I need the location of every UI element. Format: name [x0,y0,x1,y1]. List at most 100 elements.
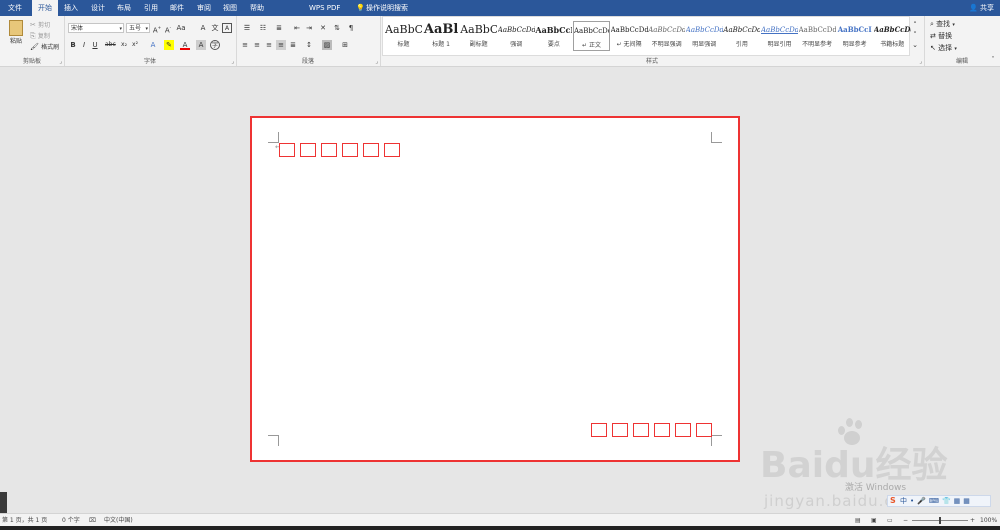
tab-review[interactable]: 审阅 [191,0,217,16]
dialog-launcher-icon[interactable]: ⌟ [231,58,234,65]
collapse-ribbon-icon[interactable]: ˄ [988,55,998,65]
postcode-box [321,143,337,157]
gallery-more-icon[interactable]: ⌄ [910,40,920,50]
underline-icon[interactable]: U [90,40,100,50]
numbering-icon[interactable]: ☷ [258,23,268,33]
shrink-font-icon[interactable]: A- [163,23,173,34]
paste-button[interactable]: 粘贴 [6,20,26,45]
superscript-icon[interactable]: x² [130,40,140,50]
postcode-box [300,143,316,157]
phonetic-guide-icon[interactable]: 文 [210,23,220,33]
chinese-layout-icon[interactable]: ✕ [318,23,328,33]
style-item[interactable]: AaBbCcDd ↵ 正文 [573,21,610,51]
text-effects-icon[interactable]: A [148,40,158,50]
chevron-down-icon: ▾ [119,26,122,32]
ribbon-tab-bar: 文件 开始 插入 设计 布局 引用 邮件 审阅 视图 帮助 WPS PDF 💡 … [0,0,1000,16]
grow-font-icon[interactable]: A+ [152,23,162,34]
char-shading-icon[interactable]: A [196,40,206,50]
zoom-thumb[interactable] [939,517,941,524]
dialog-launcher-icon[interactable]: ⌟ [919,58,922,65]
clear-format-icon[interactable]: A [198,23,208,33]
distributed-icon[interactable]: ≣ [288,40,298,50]
decrease-indent-icon[interactable]: ⇤ [292,23,302,33]
highlight-icon[interactable]: ✎ [164,40,174,50]
styles-group-label: 样式 [645,58,658,65]
font-name-combo[interactable]: 宋体 ▾ [68,23,124,33]
tell-me-search[interactable]: 操作说明搜索 [360,0,414,16]
postcode-box [696,423,712,437]
justify-icon[interactable]: ≡ [276,40,286,50]
gallery-down-icon[interactable]: ˅ [910,30,920,40]
multilevel-list-icon[interactable]: ≣ [274,23,284,33]
share-label: 共享 [980,4,994,12]
tab-help[interactable]: 帮助 [244,0,270,16]
format-painter-button[interactable]: 🖌 格式刷 [30,42,59,51]
font-color-icon[interactable]: A [180,40,190,50]
style-item[interactable]: AaBbCcDd 引用 [723,21,760,51]
enclosed-char-icon[interactable]: 字 [210,40,220,50]
crop-mark-bottom-left [268,435,279,446]
style-name: 明显引用 [767,41,792,48]
show-marks-icon[interactable]: ¶ [346,23,356,33]
style-item[interactable]: AaBbCcDd 明显引用 [761,21,798,51]
style-item[interactable]: AaBbCcDd 书籍标题 [874,21,911,51]
postcode-box [342,143,358,157]
style-name: 书籍标题 [880,41,905,48]
tab-insert[interactable]: 插入 [58,0,84,16]
style-item[interactable]: AaBbCcDd ↵ 无间隔 [611,21,648,51]
change-case-icon[interactable]: Aa [176,23,186,33]
share-button[interactable]: 👤 共享 [969,0,994,16]
dialog-launcher-icon[interactable]: ⌟ [59,58,62,65]
ime-toolbar[interactable]: S 中•🎤⌨👕▦▦ [887,495,991,507]
tab-mailings[interactable]: 邮件 [164,0,190,16]
find-button[interactable]: ⌕ 查找 ▾ [930,19,955,29]
cut-button[interactable]: ✂ 剪切 [30,20,50,29]
style-item[interactable]: AaBbCcDd 不明显参考 [799,21,836,51]
shading-icon[interactable]: ▨ [322,40,332,50]
style-sample: AaBbCcDd [648,26,686,34]
tab-home[interactable]: 开始 [32,0,58,16]
style-item[interactable]: AaBbC 标题 [385,21,422,51]
style-name: ↵ 无间隔 [616,41,642,48]
bold-icon[interactable]: B [68,40,78,50]
line-spacing-icon[interactable]: ↕ [304,40,314,50]
style-item[interactable]: AaBbCcD 要点 [535,21,572,51]
align-center-icon[interactable]: ≡ [252,40,262,50]
side-panel-handle[interactable] [0,492,7,514]
document-page[interactable]: ↵ [250,116,740,462]
style-item[interactable]: AaBbCcDd 强调 [498,21,535,51]
align-left-icon[interactable]: ≡ [240,40,250,50]
strikethrough-icon[interactable]: abc [105,40,116,50]
align-right-icon[interactable]: ≡ [264,40,274,50]
select-button[interactable]: ↖ 选择 ▾ [930,43,957,53]
gallery-up-icon[interactable]: ˄ [910,20,920,30]
tab-references[interactable]: 引用 [138,0,164,16]
style-name: 不明显强调 [651,41,682,48]
replace-button[interactable]: ⇄ 替换 [930,31,952,41]
style-item[interactable]: AaBbCcDd 不明显强调 [648,21,685,51]
char-border-icon[interactable]: A [222,23,232,33]
style-item[interactable]: AaBbCcI 明显参考 [836,21,873,51]
style-item[interactable]: AaBbCcDd 明显强调 [686,21,723,51]
tab-layout[interactable]: 布局 [111,0,137,16]
copy-button[interactable]: ⎘ 复制 [30,31,50,41]
style-sample: AaBbCcD [535,25,572,35]
bullets-icon[interactable]: ☰ [242,23,252,33]
tab-view[interactable]: 视图 [217,0,243,16]
style-item[interactable]: AaBbC 副标题 [460,21,497,51]
italic-icon[interactable]: I [79,40,89,50]
style-item[interactable]: AaBl 标题 1 [423,21,460,51]
paragraph-group-label: 段落 [301,58,314,65]
font-size-combo[interactable]: 五号 ▾ [126,23,150,33]
format-painter-label: 格式刷 [41,44,60,51]
subscript-icon[interactable]: x₂ [119,40,129,50]
tab-file[interactable]: 文件 [2,0,28,16]
dialog-launcher-icon[interactable]: ⌟ [375,58,378,65]
brush-icon: 🖌 [30,43,39,51]
borders-icon[interactable]: ⊞ [340,40,350,50]
increase-indent-icon[interactable]: ⇥ [304,23,314,33]
tab-wps-pdf[interactable]: WPS PDF [303,0,346,16]
tab-design[interactable]: 设计 [85,0,111,16]
sort-icon[interactable]: ⇅ [332,23,342,33]
font-name-value: 宋体 [71,25,84,32]
